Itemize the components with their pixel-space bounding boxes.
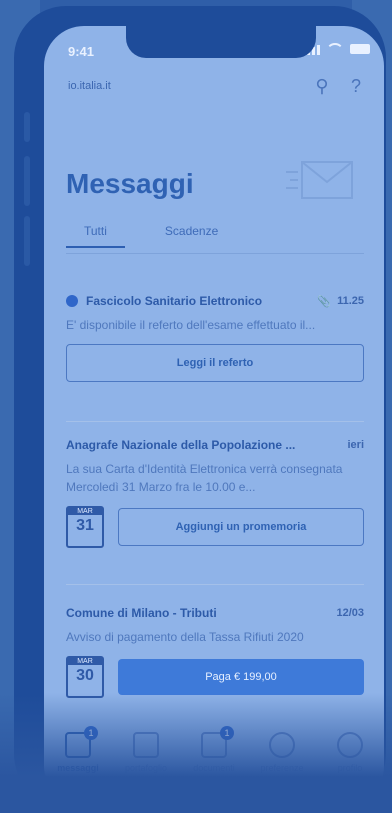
sender-name: Fascicolo Sanitario Elettronico — [86, 294, 263, 308]
message-item[interactable]: Comune di Milano - Tributi 12/03 Avviso … — [66, 606, 364, 698]
pay-button[interactable]: Paga € 199,00 — [118, 659, 364, 695]
time-label: 12/03 — [336, 607, 364, 619]
envelope-icon — [286, 161, 353, 199]
calendar-month: MAR — [68, 508, 102, 515]
read-report-button[interactable]: Leggi il referto — [66, 344, 364, 382]
battery-icon — [350, 44, 370, 54]
phone-side-button — [24, 112, 30, 142]
tab-scadenze[interactable]: Scadenze — [165, 224, 218, 248]
message-item[interactable]: Fascicolo Sanitario Elettronico 📎 11.25 … — [66, 294, 364, 382]
message-body: La sua Carta d'Identità Elettronica verr… — [66, 462, 343, 494]
phone-frame: 9:41 io.italia.it ⚲ ? Messaggi Tutti Sca… — [14, 6, 386, 806]
calendar-month: MAR — [68, 658, 102, 665]
add-reminder-button[interactable]: Aggiungi un promemoria — [118, 508, 364, 546]
time-label: 11.25 — [337, 295, 364, 307]
help-icon[interactable]: ? — [346, 76, 366, 96]
page-title: Messaggi — [66, 168, 194, 199]
message-body: Avviso di pagamento della Tassa Rifiuti … — [66, 630, 304, 644]
attachment-icon: 📎 — [317, 295, 332, 308]
app-screen: 9:41 io.italia.it ⚲ ? Messaggi Tutti Sca… — [44, 26, 384, 806]
phone-notch — [126, 26, 316, 58]
time-label: ieri — [347, 439, 364, 451]
unread-dot-icon — [66, 295, 78, 307]
sender-name: Comune di Milano - Tributi — [66, 606, 217, 620]
hand-overlay — [0, 693, 392, 813]
status-time: 9:41 — [68, 44, 95, 59]
divider — [66, 584, 364, 585]
search-icon[interactable]: ⚲ — [312, 76, 332, 96]
calendar-day: 31 — [76, 517, 94, 534]
calendar-icon: MAR 30 — [66, 656, 104, 698]
app-domain: io.italia.it — [68, 80, 111, 92]
message-body: E' disponibile il referto dell'esame eff… — [66, 318, 316, 332]
message-sender: Fascicolo Sanitario Elettronico — [66, 294, 262, 308]
calendar-day: 30 — [76, 667, 94, 684]
divider — [66, 421, 364, 422]
wifi-icon — [326, 43, 344, 55]
phone-side-button — [24, 216, 30, 266]
tab-divider — [66, 253, 364, 254]
phone-side-button — [24, 156, 30, 206]
message-item[interactable]: Anagrafe Nazionale della Popolazione ...… — [66, 438, 364, 548]
message-tabs: Tutti Scadenze — [66, 224, 218, 248]
calendar-icon: MAR 31 — [66, 506, 104, 548]
sender-name: Anagrafe Nazionale della Popolazione ... — [66, 438, 296, 452]
message-time: 📎 11.25 — [317, 295, 364, 308]
tab-tutti[interactable]: Tutti — [66, 224, 125, 248]
